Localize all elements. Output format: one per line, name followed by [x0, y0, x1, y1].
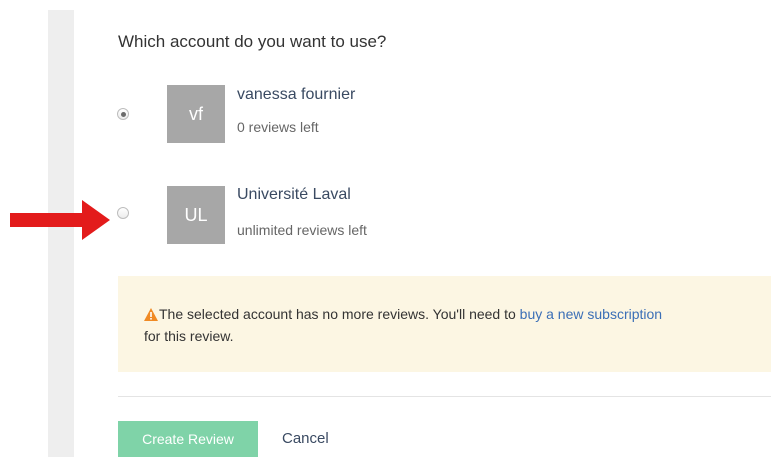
account-reviews-left-universite-laval: unlimited reviews left — [237, 222, 367, 238]
warning-text-end: for this review. — [144, 328, 234, 344]
warning-triangle-icon — [144, 308, 158, 321]
account-reviews-left-vanessa-fournier: 0 reviews left — [237, 119, 319, 135]
cancel-button[interactable]: Cancel — [270, 421, 341, 457]
account-name-universite-laval: Université Laval — [237, 186, 351, 203]
red-arrow-icon — [10, 200, 110, 240]
buy-subscription-link[interactable]: buy a new subscription — [520, 306, 662, 322]
warning-text-start: The selected account has no more reviews… — [159, 306, 520, 322]
account-radio-universite-laval[interactable] — [117, 207, 129, 219]
divider — [118, 396, 771, 397]
account-name-vanessa-fournier: vanessa fournier — [237, 86, 356, 103]
avatar-universite-laval: UL — [167, 186, 225, 244]
no-reviews-warning: The selected account has no more reviews… — [118, 276, 771, 372]
account-radio-vanessa-fournier[interactable] — [117, 108, 129, 120]
create-review-button[interactable]: Create Review — [118, 421, 258, 457]
avatar-vanessa-fournier: vf — [167, 85, 225, 143]
question-label: Which account do you want to use? — [118, 32, 387, 51]
account-selection-page: Which account do you want to use? vf van… — [0, 0, 771, 457]
